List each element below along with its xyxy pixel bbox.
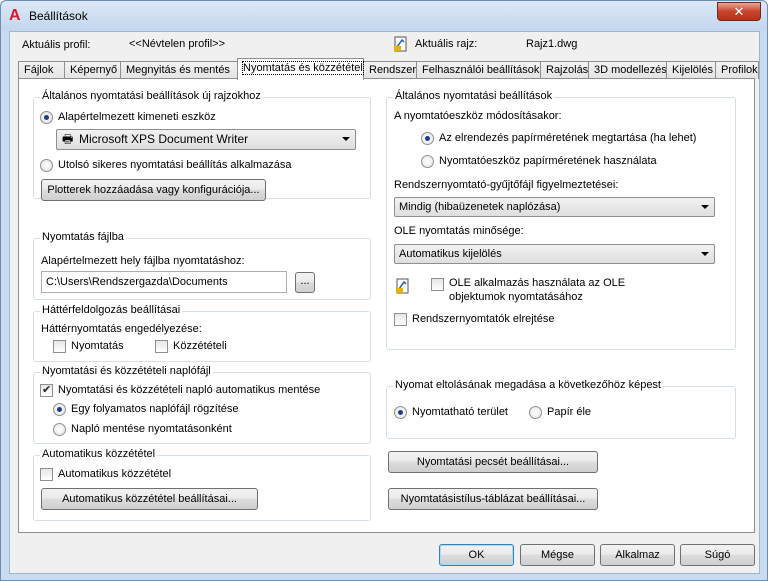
group-title: Általános nyomtatási beállítások új rajz… xyxy=(40,90,263,102)
group-title: Nyomtatás fájlba xyxy=(40,231,126,243)
tab-selection[interactable]: Kijelölés xyxy=(666,61,716,79)
background-publishing-label: Közzétételi xyxy=(173,340,227,352)
background-plotting-checkbox[interactable] xyxy=(53,340,66,353)
add-configure-plotters-button[interactable]: Plotterek hozzáadása vagy konfigurációja… xyxy=(41,179,266,201)
ole-quality-select[interactable]: Automatikus kijelölés xyxy=(394,244,715,264)
background-plot-enable-label: Háttérnyomtatás engedélyezése: xyxy=(41,323,202,335)
default-location-label: Alapértelmezett hely fájlba nyomtatáshoz… xyxy=(41,255,245,267)
tab-plot-publish[interactable]: Nyomtatás és közzététel xyxy=(237,58,364,80)
default-output-device-label: Alapértelmezett kimeneti eszköz xyxy=(58,111,216,123)
drawing-file-icon xyxy=(393,36,409,52)
use-ole-app-checkbox[interactable] xyxy=(431,278,444,291)
use-device-paper-size-label: Nyomtatóeszköz papírméretének használata xyxy=(439,155,657,167)
last-successful-settings-label: Utolsó sikeres nyomtatási beállítás alka… xyxy=(58,159,292,171)
chevron-down-icon xyxy=(701,205,709,209)
plot-file-location-input[interactable]: C:\Users\Rendszergazda\Documents xyxy=(41,271,287,293)
tab-user-preferences[interactable]: Felhasználói beállítások xyxy=(416,61,541,79)
group-title: Nyomtatási és közzétételi naplófájl xyxy=(40,365,213,377)
plot-style-table-settings-button[interactable]: Nyomtatásistílus-táblázat beállításai... xyxy=(388,488,598,510)
autocad-logo-icon: A xyxy=(9,7,21,24)
apply-button[interactable]: Alkalmaz xyxy=(600,544,675,566)
tab-drafting[interactable]: Rajzolás xyxy=(540,61,589,79)
auto-save-log-checkbox[interactable] xyxy=(40,383,53,397)
use-ole-app-label-line2: objektumok nyomtatásához xyxy=(449,291,583,303)
device-change-label: A nyomtatóeszköz módosításakor: xyxy=(394,110,562,122)
tab-system[interactable]: Rendszer xyxy=(363,61,417,79)
ok-button[interactable]: OK xyxy=(439,544,514,566)
close-button[interactable]: ✕ xyxy=(717,2,761,21)
chevron-down-icon xyxy=(701,252,709,256)
background-publishing-checkbox[interactable] xyxy=(155,340,168,353)
drawing-file-icon xyxy=(395,278,411,294)
last-successful-settings-radio[interactable] xyxy=(40,159,53,172)
auto-publish-settings-button[interactable]: Automatikus közzététel beállításai... xyxy=(41,488,258,510)
general-plot-options-group: Általános nyomtatási beállítások új rajz… xyxy=(33,90,371,201)
hide-system-printers-checkbox[interactable] xyxy=(394,313,407,326)
tab-profiles[interactable]: Profilok xyxy=(715,61,759,79)
log-per-plot-label: Napló mentése nyomtatásonként xyxy=(71,423,232,435)
tab-display[interactable]: Képernyő xyxy=(64,61,121,79)
group-title: Nyomat eltolásának megadása a következőh… xyxy=(393,379,663,391)
current-drawing-label: Aktuális rajz: xyxy=(415,38,478,50)
browse-button[interactable]: ... xyxy=(295,272,315,293)
window-title: Beállítások xyxy=(29,9,88,23)
output-device-value: Microsoft XPS Document Writer xyxy=(79,132,249,146)
chevron-down-icon xyxy=(342,137,350,141)
title-bar: A Beállítások ✕ xyxy=(1,1,767,31)
printable-area-radio[interactable] xyxy=(394,406,407,419)
tab-files[interactable]: Fájlok xyxy=(18,61,65,79)
tab-open-save[interactable]: Megnyitás és mentés xyxy=(120,61,238,79)
current-profile-label: Aktuális profil: xyxy=(22,39,91,51)
background-plotting-label: Nyomtatás xyxy=(71,340,124,352)
current-drawing-value: Rajz1.dwg xyxy=(526,38,578,50)
plot-stamp-settings-button[interactable]: Nyomtatási pecsét beállításai... xyxy=(388,451,598,473)
tab-3d-modeling[interactable]: 3D modellezés xyxy=(588,61,667,79)
plot-publish-panel: Általános nyomtatási beállítások új rajz… xyxy=(18,78,755,533)
group-title: Háttérfeldolgozás beállításai xyxy=(40,304,183,316)
plot-offset-group: Nyomat eltolásának megadása a következőh… xyxy=(386,379,736,439)
auto-publish-checkbox[interactable] xyxy=(40,468,53,481)
use-device-paper-size-radio[interactable] xyxy=(421,155,434,168)
spool-alerts-select[interactable]: Mindig (hibaüzenetek naplózása) xyxy=(394,197,715,217)
cancel-button[interactable]: Mégse xyxy=(520,544,595,566)
auto-save-log-label: Nyomtatási és közzétételi napló automati… xyxy=(58,384,321,396)
paper-edge-label: Papír éle xyxy=(547,406,592,418)
group-title: Általános nyomtatási beállítások xyxy=(393,90,555,102)
group-title: Automatikus közzététel xyxy=(40,448,158,460)
continuous-log-label: Egy folyamatos naplófájl rögzítése xyxy=(71,403,239,415)
use-ole-app-label-line1: OLE alkalmazás használata az OLE xyxy=(449,277,626,289)
ole-quality-label: OLE nyomtatás minősége: xyxy=(394,225,524,237)
plot-to-file-group: Nyomtatás fájlba Alapértelmezett hely fá… xyxy=(33,231,371,300)
spool-alerts-value: Mindig (hibaüzenetek naplózása) xyxy=(399,201,561,213)
help-button[interactable]: Súgó xyxy=(680,544,755,566)
printable-area-label: Nyomtatható terület xyxy=(412,406,508,418)
current-profile-value: <<Névtelen profil>> xyxy=(129,38,226,50)
log-per-plot-radio[interactable] xyxy=(53,423,66,436)
auto-publish-group: Automatikus közzététel Automatikus közzé… xyxy=(33,448,371,521)
default-output-device-radio[interactable] xyxy=(40,111,53,124)
tab-plot-publish-label: Nyomtatás és közzététel xyxy=(242,61,364,75)
auto-publish-label: Automatikus közzététel xyxy=(58,468,172,480)
spool-alerts-label: Rendszernyomtató-gyűjtőfájl figyelmeztet… xyxy=(394,179,619,191)
plot-publish-log-group: Nyomtatási és közzétételi naplófájl Nyom… xyxy=(33,365,371,444)
keep-layout-paper-size-label: Az elrendezés papírméretének megtartása … xyxy=(439,132,697,144)
printer-icon: 🖶 xyxy=(62,132,74,146)
general-plot-options-right-group: Általános nyomtatási beállítások A nyomt… xyxy=(386,90,736,350)
hide-system-printers-label: Rendszernyomtatók elrejtése xyxy=(412,313,555,325)
dialog-body: Aktuális profil: <<Névtelen profil>> Akt… xyxy=(9,31,760,574)
paper-edge-radio[interactable] xyxy=(529,406,542,419)
keep-layout-paper-size-radio[interactable] xyxy=(421,132,434,145)
options-dialog: A Beállítások ✕ Aktuális profil: <<Névte… xyxy=(0,0,768,581)
output-device-select[interactable]: 🖶 Microsoft XPS Document Writer xyxy=(56,129,356,150)
ole-quality-value: Automatikus kijelölés xyxy=(399,248,502,260)
continuous-log-radio[interactable] xyxy=(53,403,66,416)
background-processing-group: Háttérfeldolgozás beállításai Háttérnyom… xyxy=(33,304,371,362)
